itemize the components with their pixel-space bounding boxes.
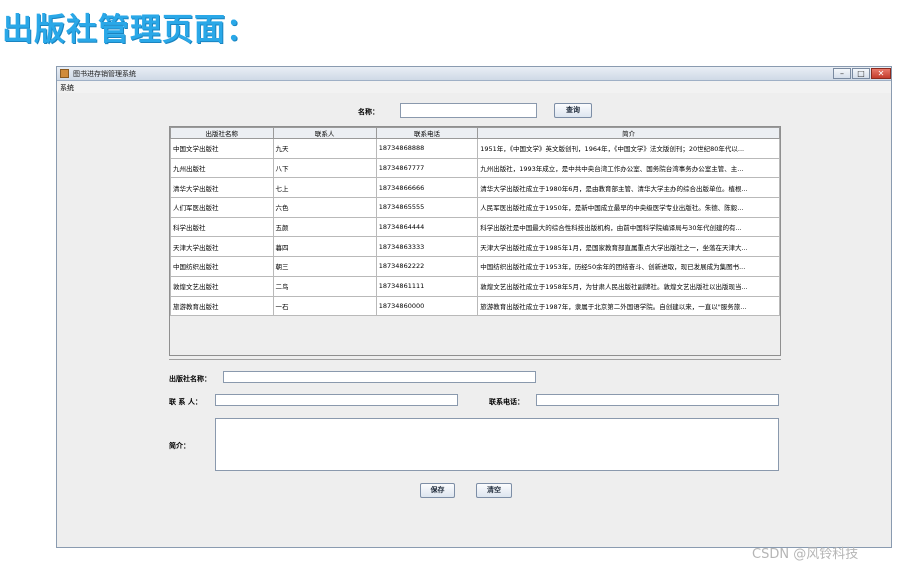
intro-cell[interactable]: 科学出版社是中国最大的综合性科技出版机构，由前中国科学院编译局与30年代创建的有… (477, 216, 780, 238)
name-cell[interactable]: 天津大学出版社 (170, 236, 274, 258)
contact-cell[interactable]: 七上 (272, 177, 377, 199)
table-row[interactable]: 旅游教育出版社 一石 18734860000 旅游教育出版社成立于1987年，隶属于北… (170, 295, 780, 317)
contact-cell[interactable]: 二鸟 (272, 275, 377, 297)
name-cell[interactable]: 敦煌文艺出版社 (170, 275, 274, 297)
search-input[interactable] (400, 103, 537, 118)
watermark: CSDN @风铃科技 (752, 547, 859, 562)
app-window: 图书进存销管理系统 – □ ✕ 系统 名称： 查询 出版社名称 联系人 联系电话… (56, 66, 892, 548)
publisher-table: 出版社名称 联系人 联系电话 简介 中国文学出版社 九天 18734868888 19… (169, 126, 781, 356)
contact-cell[interactable]: 一石 (272, 295, 377, 317)
table-row[interactable]: 天津大学出版社 暮四 18734863333 天津大学出版社成立于1985年1月，是国… (170, 236, 780, 258)
intro-cell[interactable]: 清华大学出版社成立于1980年6月，是由教育部主管、清华大学主办的综合出版单位。… (477, 177, 780, 199)
intro-cell[interactable]: 1951年，《中国文学》英文版创刊，1964年，《中国文学》法文版创刊；20世纪… (477, 138, 780, 159)
phone-cell[interactable]: 18734867777 (375, 157, 479, 179)
intro-cell[interactable]: 旅游教育出版社成立于1987年，隶属于北京第二外国语学院。自创建以来，一直以"服… (477, 295, 780, 317)
intro-label: 简介： (169, 442, 190, 450)
intro-cell[interactable]: 人民军医出版社成立于1950年，是新中国成立最早的中央级医学专业出版社。朱德、陈… (477, 197, 780, 218)
name-cell[interactable]: 人们军医出版社 (170, 197, 274, 218)
table-row[interactable]: 中国文学出版社 九天 18734868888 1951年，《中国文学》英文版创刊，19… (170, 138, 780, 159)
clear-button[interactable]: 清空 (476, 483, 512, 498)
name-cell[interactable]: 清华大学出版社 (170, 177, 274, 199)
app-icon (60, 69, 69, 78)
search-button[interactable]: 查询 (554, 103, 592, 118)
title-bar: 图书进存销管理系统 – □ ✕ (57, 67, 891, 81)
name-cell[interactable]: 旅游教育出版社 (170, 295, 274, 317)
contact-cell[interactable]: 朝三 (272, 256, 377, 277)
minimize-button[interactable]: – (833, 68, 851, 79)
close-button[interactable]: ✕ (871, 68, 891, 79)
phone-cell[interactable]: 18734868888 (375, 138, 479, 159)
window-title: 图书进存销管理系统 (73, 70, 136, 78)
phone-cell[interactable]: 18734866666 (375, 177, 479, 199)
column-header-intro[interactable]: 简介 (477, 127, 780, 139)
contact-input[interactable] (215, 394, 458, 406)
phone-input[interactable] (536, 394, 779, 406)
phone-cell[interactable]: 18734862222 (375, 256, 479, 277)
name-cell[interactable]: 中国文学出版社 (170, 138, 274, 159)
contact-cell[interactable]: 八下 (272, 157, 377, 179)
column-header-name[interactable]: 出版社名称 (170, 127, 274, 139)
phone-label: 联系电话： (489, 398, 524, 406)
contact-cell[interactable]: 暮四 (272, 236, 377, 258)
name-cell[interactable]: 科学出版社 (170, 216, 274, 238)
table-row[interactable]: 人们军医出版社 六色 18734865555 人民军医出版社成立于1950年，是新中国… (170, 197, 780, 218)
table-row[interactable]: 九州出版社 八下 18734867777 九州出版社，1993年成立，是中共中央台湾工… (170, 157, 780, 179)
intro-cell[interactable]: 天津大学出版社成立于1985年1月，是国家教育部直属重点大学出版社之一，坐落在天… (477, 236, 780, 258)
contact-cell[interactable]: 九天 (272, 138, 377, 159)
search-label: 名称： (358, 108, 379, 116)
name-cell[interactable]: 中国纺织出版社 (170, 256, 274, 277)
intro-textarea[interactable] (215, 418, 779, 471)
contact-cell[interactable]: 六色 (272, 197, 377, 218)
intro-cell[interactable]: 九州出版社，1993年成立，是中共中央台湾工作办公室、国务院台湾事务办公室主管、… (477, 157, 780, 179)
menu-bar: 系统 (57, 81, 891, 93)
contact-label: 联 系 人： (169, 398, 202, 406)
name-cell[interactable]: 九州出版社 (170, 157, 274, 179)
name-label: 出版社名称： (169, 375, 211, 383)
intro-cell[interactable]: 敦煌文艺出版社成立于1958年5月，为甘肃人民出版社副牌社。敦煌文艺出版社以出版… (477, 275, 780, 297)
contact-cell[interactable]: 五颜 (272, 216, 377, 238)
phone-cell[interactable]: 18734860000 (375, 295, 479, 317)
column-header-contact[interactable]: 联系人 (272, 127, 377, 139)
save-button[interactable]: 保存 (420, 483, 455, 498)
page-heading: 出版社管理页面： (2, 12, 258, 48)
publisher-name-input[interactable] (223, 371, 536, 383)
table-row[interactable]: 科学出版社 五颜 18734864444 科学出版社是中国最大的综合性科技出版机构，由… (170, 216, 780, 238)
column-header-phone[interactable]: 联系电话 (375, 127, 479, 139)
table-row[interactable]: 清华大学出版社 七上 18734866666 清华大学出版社成立于1980年6月，是由… (170, 177, 780, 199)
phone-cell[interactable]: 18734864444 (375, 216, 479, 238)
intro-cell[interactable]: 中国纺织出版社成立于1953年，历经50余年的团结奋斗、创新进取，现已发展成为集… (477, 256, 780, 277)
table-header-row: 出版社名称 联系人 联系电话 简介 (170, 127, 780, 139)
phone-cell[interactable]: 18734861111 (375, 275, 479, 297)
maximize-button[interactable]: □ (852, 68, 870, 79)
phone-cell[interactable]: 18734865555 (375, 197, 479, 218)
phone-cell[interactable]: 18734863333 (375, 236, 479, 258)
menu-system[interactable]: 系统 (60, 83, 74, 93)
table-row[interactable]: 中国纺织出版社 朝三 18734862222 中国纺织出版社成立于1953年，历经50… (170, 256, 780, 277)
table-row[interactable]: 敦煌文艺出版社 二鸟 18734861111 敦煌文艺出版社成立于1958年5月，为甘… (170, 275, 780, 297)
